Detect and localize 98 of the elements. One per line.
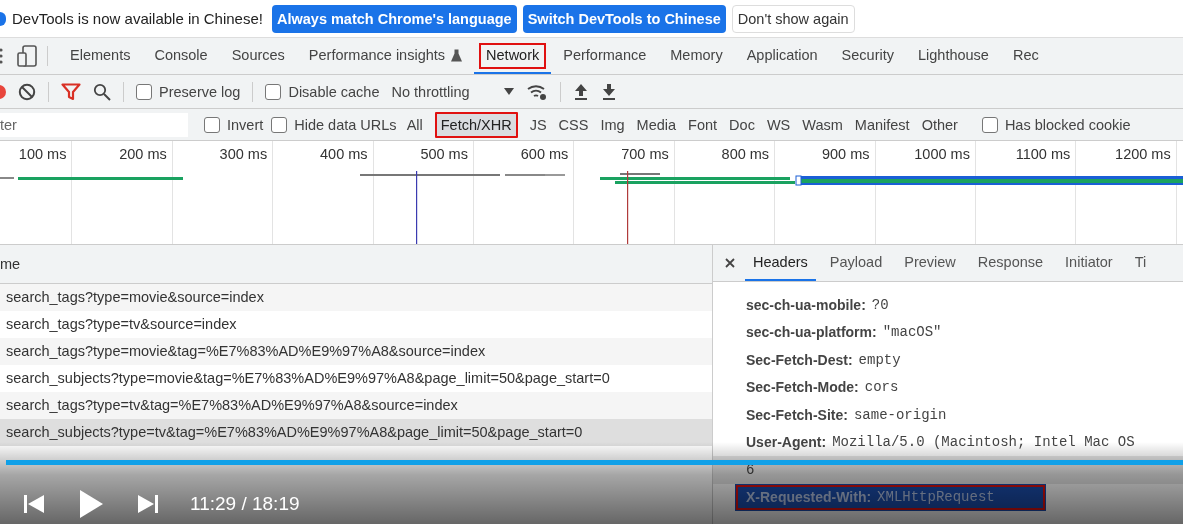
header-name: sec-ch-ua-platform: <box>746 324 877 341</box>
type-filter-button[interactable]: Fetch/XHR <box>434 111 518 138</box>
checkbox-label: Preserve log <box>159 83 241 100</box>
type-filter-button[interactable]: Font <box>682 111 724 138</box>
type-filter-button[interactable]: WS <box>760 111 797 138</box>
request-row[interactable]: search_subjects?type=movie&tag=%E7%83%AD%E9%97%A8&page_limit=50&page_start=0 <box>0 365 712 392</box>
clear-icon[interactable] <box>18 82 36 101</box>
panel-tab[interactable]: Elements <box>58 38 143 74</box>
checkbox[interactable] <box>271 116 288 133</box>
throttling-dropdown[interactable]: No throttling <box>391 83 514 100</box>
header-line[interactable]: Sec-Fetch-Dest: empty <box>713 346 1183 374</box>
details-tab[interactable]: Response <box>969 245 1052 281</box>
header-line[interactable]: sec-ch-ua-mobile: ?0 <box>713 291 1183 319</box>
header-name: Sec-Fetch-Dest: <box>746 351 853 368</box>
info-icon <box>0 11 6 26</box>
header-value: XMLHttpRequest <box>877 489 995 506</box>
time-tick-label: 700 ms <box>621 146 669 162</box>
type-filter-button[interactable]: Other <box>915 111 964 138</box>
previous-icon[interactable] <box>23 494 45 514</box>
request-row[interactable]: search_tags?type=movie&tag=%E7%83%AD%E9%97%A8&source=index <box>0 338 712 365</box>
type-filter-button[interactable]: JS <box>523 111 553 138</box>
column-header[interactable]: me <box>0 256 21 272</box>
time-tick-label: 1200 ms <box>1115 146 1171 162</box>
device-toolbar-icon[interactable] <box>17 45 37 67</box>
type-filter-button[interactable]: Doc <box>723 111 761 138</box>
panel-tab[interactable]: Lighthouse <box>905 38 1001 74</box>
panel-tab[interactable]: Rec <box>1000 38 1051 74</box>
header-line[interactable]: sec-ch-ua-platform: "macOS" <box>713 318 1183 346</box>
more-icon[interactable] <box>0 48 3 64</box>
wifi-gear-icon[interactable] <box>525 82 548 101</box>
type-filter-button[interactable]: Img <box>594 111 631 138</box>
download-icon[interactable] <box>600 82 617 101</box>
checkbox[interactable] <box>981 116 998 133</box>
time-tick-label: 600 ms <box>520 146 569 162</box>
header-name: sec-ch-ua-mobile: <box>746 296 866 313</box>
checkbox[interactable] <box>204 116 220 133</box>
header-name: Sec-Fetch-Mode: <box>746 379 859 396</box>
request-row[interactable]: search_tags?type=tv&source=index <box>0 311 712 338</box>
time-tick-label: 800 ms <box>721 146 770 162</box>
infobar-button[interactable]: Don't show again <box>731 4 855 33</box>
request-row[interactable]: search_subjects?type=tv&tag=%E7%83%AD%E9%97%A8&page_limit=50&page_start=0 <box>0 419 712 446</box>
checkbox[interactable] <box>136 83 152 100</box>
panel-tab[interactable]: Memory <box>658 38 735 74</box>
time-tick-label: 100 ms <box>18 146 67 162</box>
time-tick-label: 500 ms <box>420 146 468 162</box>
time-tick-label: 1100 ms <box>1015 146 1071 162</box>
panel-tab[interactable]: Performance <box>551 38 659 74</box>
type-filter-button[interactable]: Wasm <box>796 111 849 138</box>
header-line[interactable]: Sec-Fetch-Site: same-origin <box>713 401 1183 429</box>
header-line[interactable]: Sec-Fetch-Mode: cors <box>713 373 1183 401</box>
play-icon[interactable] <box>78 489 104 519</box>
time-tick-label: 300 ms <box>219 146 268 162</box>
time-tick-label: 200 ms <box>119 146 167 162</box>
checkbox[interactable] <box>265 83 282 100</box>
panel-tab[interactable]: Security <box>829 38 906 74</box>
type-filter-button[interactable]: Manifest <box>848 111 916 138</box>
time-tick-label: 400 ms <box>320 146 368 162</box>
header-value: "macOS" <box>882 324 942 341</box>
header-value: Mozilla/5.0 (Macintosh; Intel Mac OS <box>832 434 1135 451</box>
details-tab[interactable]: Preview <box>896 245 964 281</box>
panel-tab[interactable]: Console <box>142 38 220 74</box>
checkbox-label: Hide data URLs <box>294 116 397 133</box>
header-name: X-Requested-With: <box>746 489 872 506</box>
header-value: cors <box>864 379 899 396</box>
filter-icon[interactable] <box>61 82 81 101</box>
details-tab[interactable]: Initiator <box>1057 245 1121 281</box>
request-row[interactable]: search_tags?type=movie&source=index <box>0 284 712 311</box>
header-value: ?0 <box>871 296 889 313</box>
header-name: Sec-Fetch-Site: <box>746 406 848 423</box>
time-tick-label: 1000 ms <box>914 146 970 162</box>
request-row[interactable]: search_tags?type=tv&tag=%E7%83%AD%E9%97%A8&source=index <box>0 392 712 419</box>
header-line[interactable]: User-Agent: Mozilla/5.0 (Macintosh; Intel Mac OS <box>713 428 1183 456</box>
header-value: same-origin <box>853 406 947 423</box>
type-filter-button[interactable]: CSS <box>552 111 595 138</box>
infobar-button[interactable]: Always match Chrome's language <box>271 4 517 33</box>
panel-tab[interactable]: Performance insights <box>296 38 475 74</box>
type-filter-button[interactable]: All <box>400 111 429 138</box>
header-value: empty <box>858 351 901 368</box>
upload-icon[interactable] <box>572 82 589 101</box>
panel-tab[interactable]: Network <box>474 38 552 74</box>
details-tab[interactable]: Headers <box>745 245 816 281</box>
filter-field[interactable]: ter <box>0 112 188 137</box>
panel-tab[interactable]: Sources <box>219 38 297 74</box>
caret-icon <box>503 88 514 95</box>
panel-tab[interactable]: Application <box>734 38 830 74</box>
details-tab[interactable]: Payload <box>821 245 891 281</box>
details-tab[interactable]: Ti <box>1126 245 1155 281</box>
infobar-message: DevTools is now available in Chinese! <box>12 10 263 27</box>
infobar-button[interactable]: Switch DevTools to Chinese <box>522 4 726 33</box>
checkbox-label: Disable cache <box>288 83 380 100</box>
time-tick-label: 900 ms <box>821 146 870 162</box>
header-name: User-Agent: <box>746 434 827 451</box>
next-icon[interactable] <box>137 494 159 514</box>
type-filter-button[interactable]: Media <box>630 111 683 138</box>
video-time: 11:29 / 18:19 <box>190 493 300 515</box>
checkbox-label: Invert <box>227 116 264 133</box>
checkbox-label: Has blocked cookie <box>1004 116 1131 133</box>
search-icon[interactable] <box>93 82 111 101</box>
